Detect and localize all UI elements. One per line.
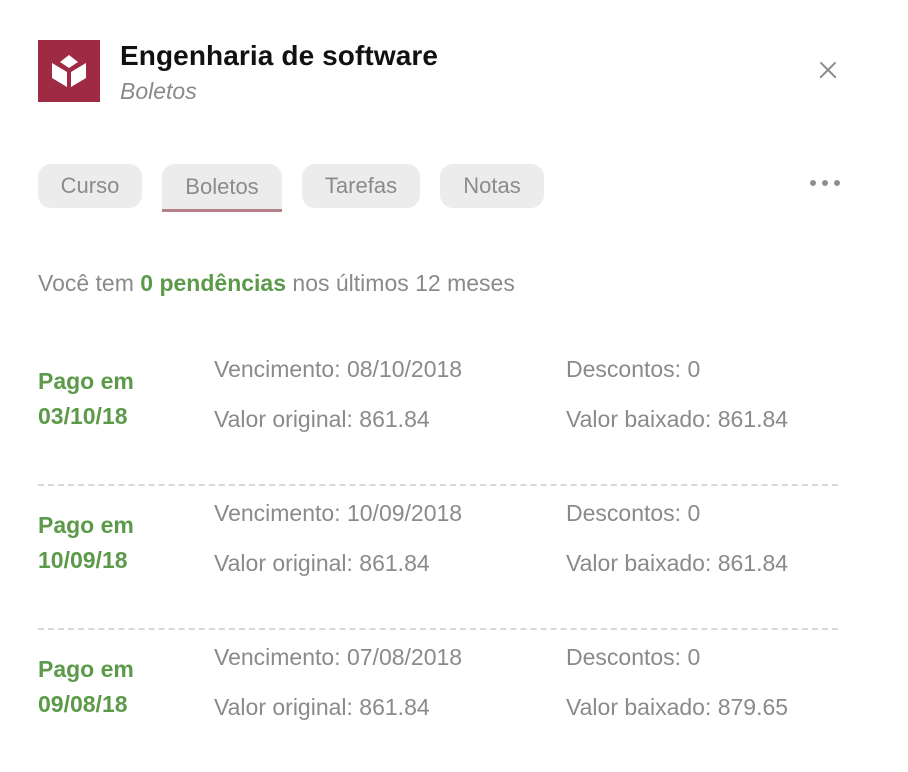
tab-label: Tarefas	[324, 173, 398, 198]
paid-status: Pago em 03/10/18	[38, 364, 188, 434]
paid-label: Pago em	[38, 512, 134, 538]
tab-notas[interactable]: Notas	[440, 164, 544, 208]
boleto-item: Pago em 10/09/18 Vencimento: 10/09/2018 …	[38, 484, 838, 628]
discounts: Descontos: 0	[566, 356, 701, 382]
dot	[810, 180, 816, 186]
due-date: Vencimento: 08/10/2018	[214, 356, 463, 382]
paid-value: Valor baixado: 861.84	[566, 406, 789, 432]
paid-status: Pago em 09/08/18	[38, 652, 188, 722]
original-value: Valor original: 861.84	[214, 550, 430, 576]
open-book-icon	[52, 55, 86, 87]
boleto-list: Pago em 03/10/18 Vencimento: 08/10/2018 …	[38, 340, 838, 772]
dot	[822, 180, 828, 186]
tab-tarefas[interactable]: Tarefas	[302, 164, 420, 208]
tab-boletos[interactable]: Boletos	[162, 164, 282, 212]
summary-prefix: Você tem	[38, 270, 141, 296]
paid-date: 09/08/18	[38, 691, 128, 717]
tab-bar: Curso Boletos Tarefas Notas	[38, 164, 858, 214]
paid-label: Pago em	[38, 656, 134, 682]
paid-value: Valor baixado: 861.84	[566, 550, 789, 576]
more-horizontal-icon[interactable]	[810, 178, 840, 188]
boleto-item: Pago em 09/08/18 Vencimento: 07/08/2018 …	[38, 628, 838, 772]
original-value: Valor original: 861.84	[214, 694, 430, 720]
course-logo	[38, 40, 100, 102]
due-date: Vencimento: 10/09/2018	[214, 500, 463, 526]
discounts: Descontos: 0	[566, 644, 701, 670]
page-subtitle: Boletos	[120, 78, 197, 104]
tab-curso[interactable]: Curso	[38, 164, 142, 208]
summary-suffix: nos últimos 12 meses	[286, 270, 515, 296]
tab-label: Boletos	[185, 173, 259, 199]
tab-label: Notas	[463, 173, 521, 198]
paid-label: Pago em	[38, 368, 134, 394]
paid-value: Valor baixado: 879.65	[566, 694, 789, 720]
paid-date: 10/09/18	[38, 547, 128, 573]
page-title: Engenharia de software	[120, 40, 439, 71]
due-date: Vencimento: 07/08/2018	[214, 644, 463, 670]
paid-date: 03/10/18	[38, 403, 128, 429]
discounts: Descontos: 0	[566, 500, 701, 526]
header: Engenharia de software Boletos	[38, 40, 858, 104]
close-icon[interactable]	[814, 56, 842, 84]
pending-count: 0 pendências	[140, 270, 287, 296]
pending-summary: Você tem 0 pendências nos últimos 12 mes…	[38, 270, 515, 297]
boleto-item: Pago em 03/10/18 Vencimento: 08/10/2018 …	[38, 340, 838, 484]
paid-status: Pago em 10/09/18	[38, 508, 188, 578]
original-value: Valor original: 861.84	[214, 406, 430, 432]
dot	[834, 180, 840, 186]
tab-label: Curso	[60, 173, 120, 198]
